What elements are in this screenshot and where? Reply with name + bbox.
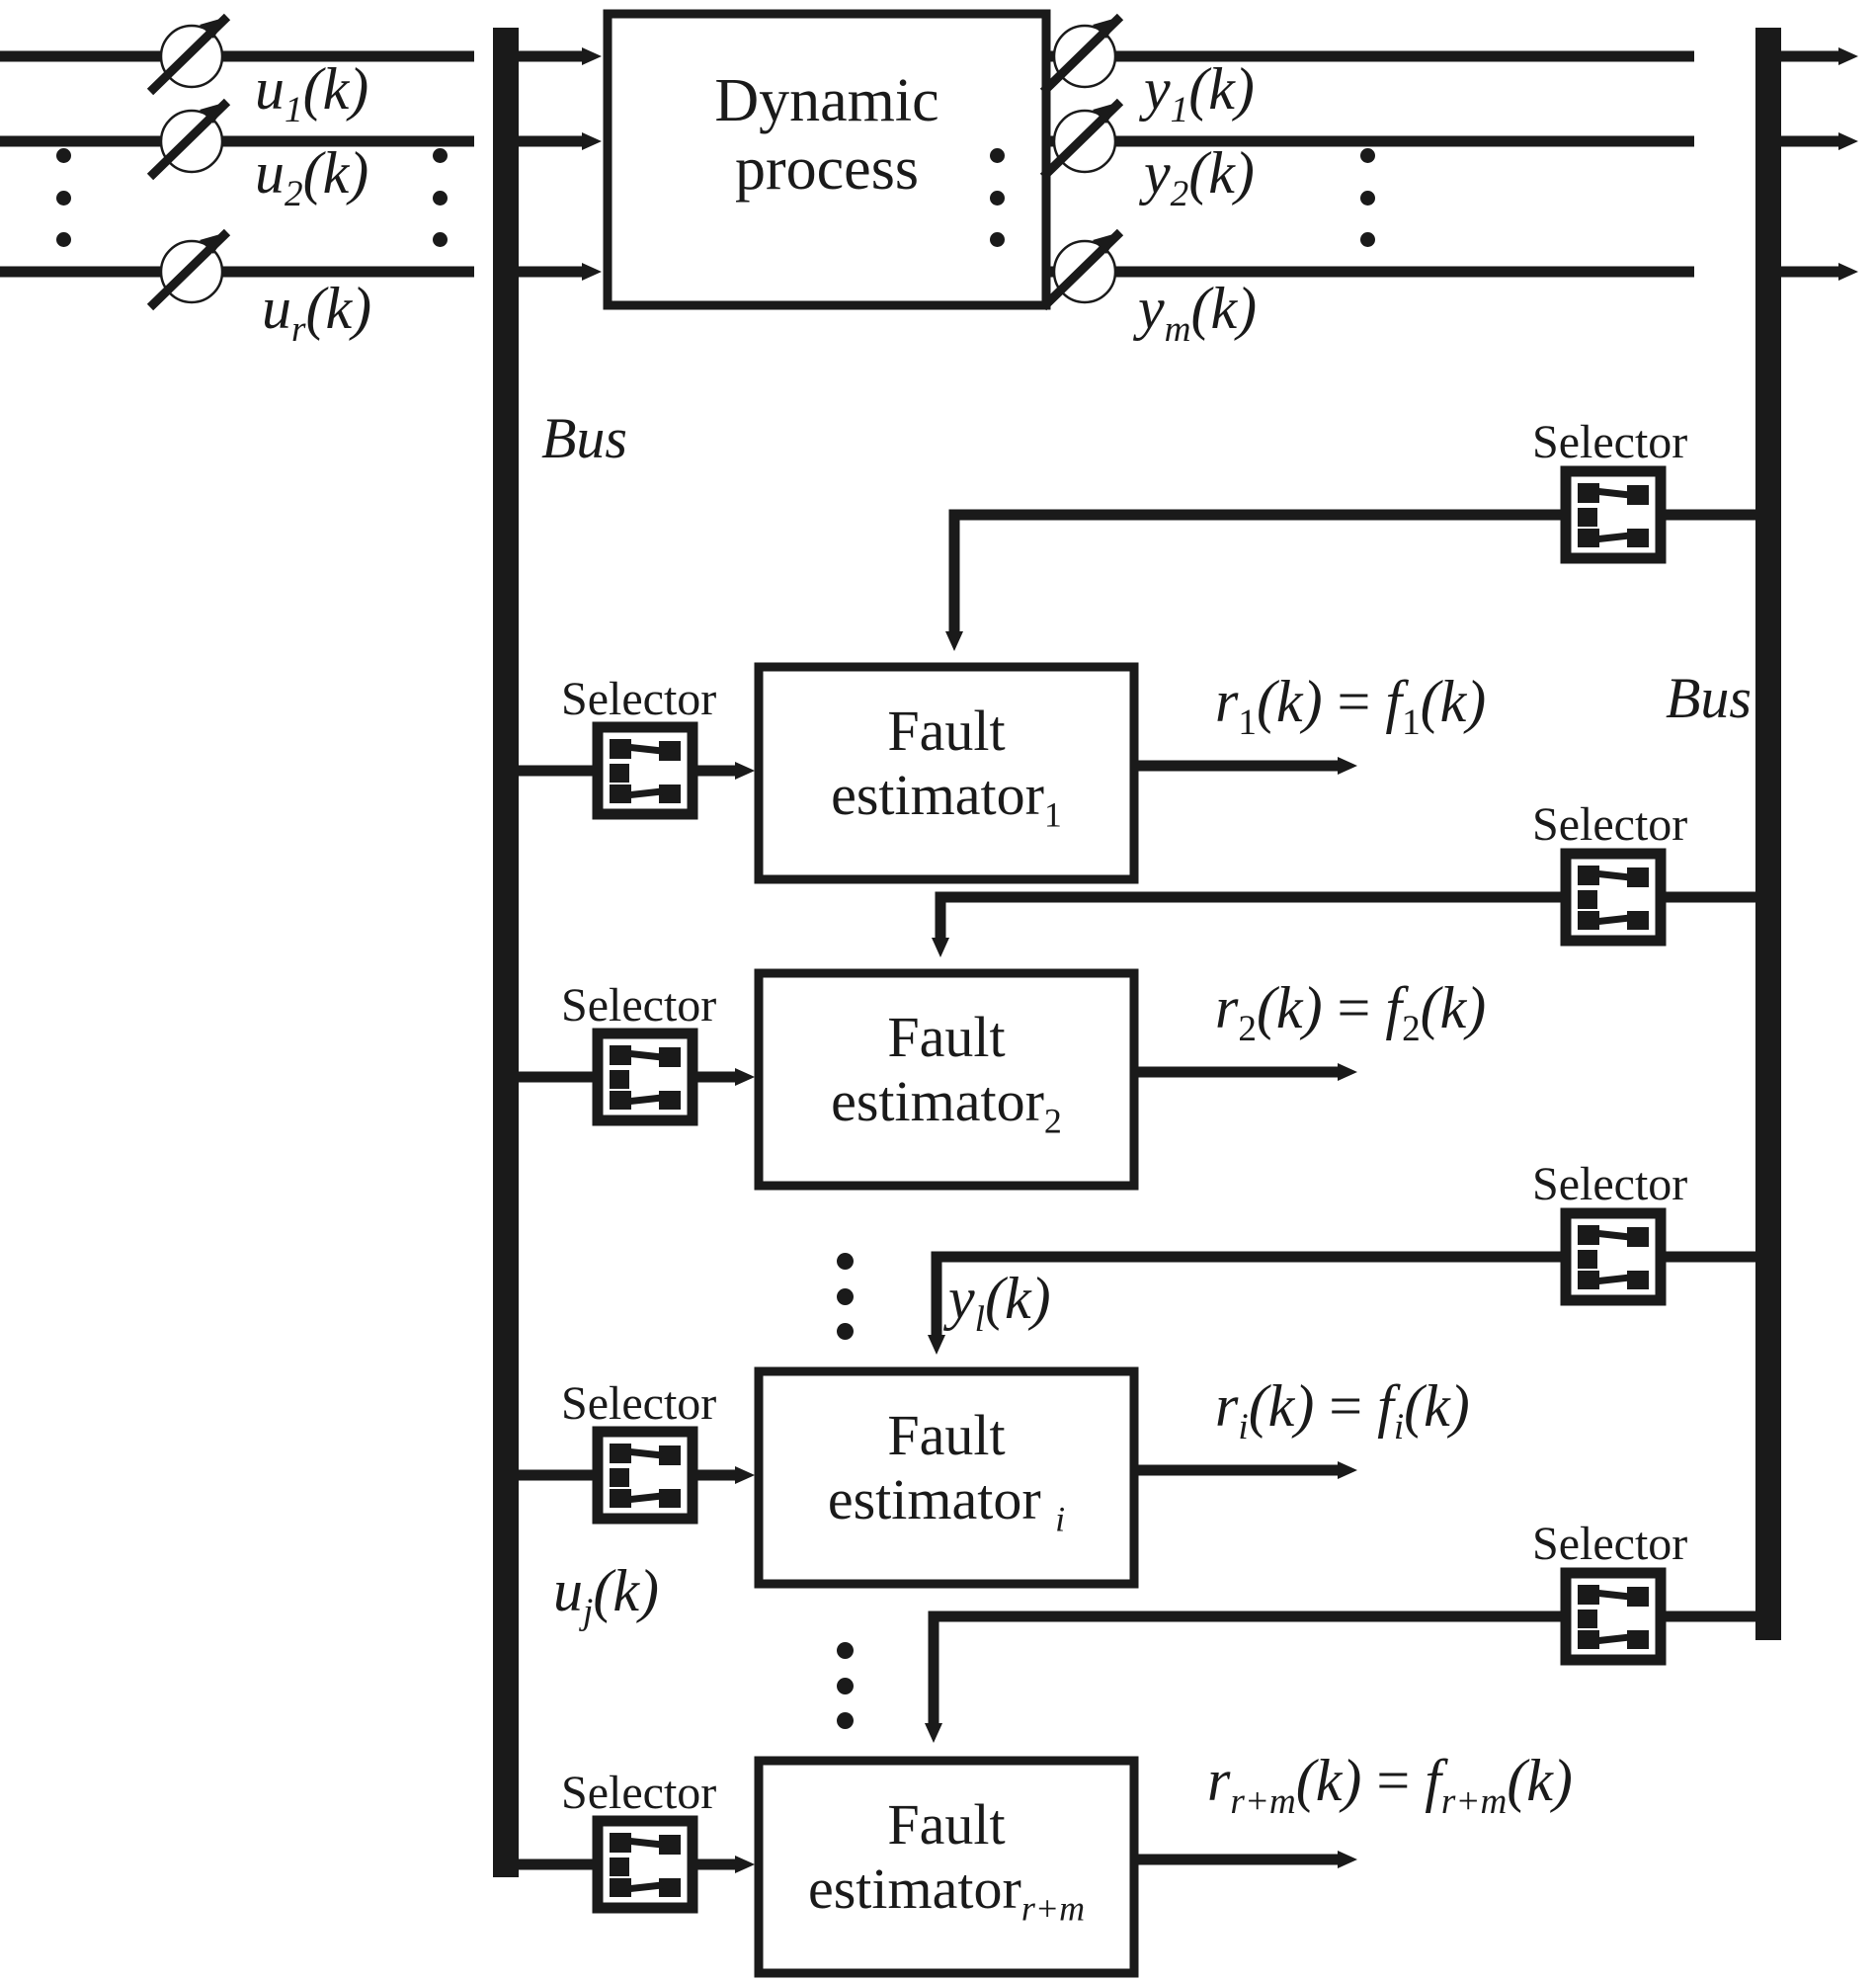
estimator-i-input-selector-icon[interactable] [598, 1432, 693, 1519]
estimator-1-residual-label: r1(k) = f1(k) [1215, 669, 1487, 744]
sensor-icon-y2 [1043, 102, 1120, 177]
estimator-1-top-selector-label: Selector [1532, 416, 1688, 468]
right-bus-label: Bus [1666, 666, 1752, 730]
output-ellipsis-left [988, 148, 1006, 247]
diagram-canvas: u1(k) u2(k) ur(k) Dynamic process y1(k) … [0, 0, 1876, 1982]
estimator-1-input-selector-label: Selector [561, 673, 717, 725]
left-bus-label: Bus [541, 406, 627, 470]
estimator-2-input-selector-label: Selector [561, 979, 717, 1032]
estimator-rm-input-selector-icon[interactable] [598, 1821, 693, 1908]
estimator-2-top-selector-icon[interactable] [1566, 854, 1661, 941]
estimator-1-label: Fault estimator1 [831, 699, 1062, 835]
sensor-icon-ym [1043, 232, 1120, 307]
estimator-1-top-selector-icon[interactable] [1566, 471, 1661, 558]
estimator-rm-top-selector-icon[interactable] [1566, 1573, 1661, 1660]
estimator-ellipsis-upper [835, 1253, 855, 1340]
estimator-rm-residual-label: rr+m(k) = fr+m(k) [1207, 1748, 1573, 1823]
output-label-ym: ym(k) [1138, 276, 1258, 351]
output-ellipsis-right [1358, 148, 1376, 247]
estimator-2-residual-label: r2(k) = f2(k) [1215, 975, 1487, 1050]
dynamic-process-label: Dynamic process [714, 67, 939, 204]
estimator-rm-top-selector-label: Selector [1532, 1518, 1688, 1570]
estimator-ellipsis-lower [835, 1642, 855, 1729]
actuator-icon-u2 [150, 102, 227, 177]
estimator-2-label: Fault estimator2 [831, 1005, 1062, 1141]
estimator-i-label: Fault estimator i [827, 1403, 1066, 1539]
estimator-i-top-selector-label: Selector [1532, 1158, 1688, 1210]
measured-input-annotation: uj(k) [553, 1558, 659, 1633]
estimator-2-input-selector-icon[interactable] [598, 1033, 693, 1120]
input-label-u2: u2(k) [255, 140, 369, 215]
input-ellipsis-right [431, 148, 449, 247]
estimator-2-top-selector-label: Selector [1532, 798, 1688, 851]
estimator-i-top-selector-icon[interactable] [1566, 1213, 1661, 1300]
input-label-u1: u1(k) [255, 56, 369, 131]
actuator-icon-ur [150, 232, 227, 307]
output-label-y2: y2(k) [1144, 140, 1255, 215]
estimator-i-residual-label: ri(k) = fi(k) [1215, 1373, 1470, 1448]
input-ellipsis-left [54, 148, 72, 247]
input-label-ur: ur(k) [262, 276, 372, 351]
actuator-icon-u1 [150, 17, 227, 92]
sensor-icon-y1 [1043, 17, 1120, 92]
estimator-1-input-selector-icon[interactable] [598, 727, 693, 814]
estimator-rm-label: Fault estimatorr+m [807, 1792, 1086, 1929]
measured-output-annotation: yl(k) [948, 1266, 1051, 1341]
estimator-i-input-selector-label: Selector [561, 1377, 717, 1430]
output-label-y1: y1(k) [1144, 56, 1255, 131]
estimator-rm-input-selector-label: Selector [561, 1767, 717, 1819]
